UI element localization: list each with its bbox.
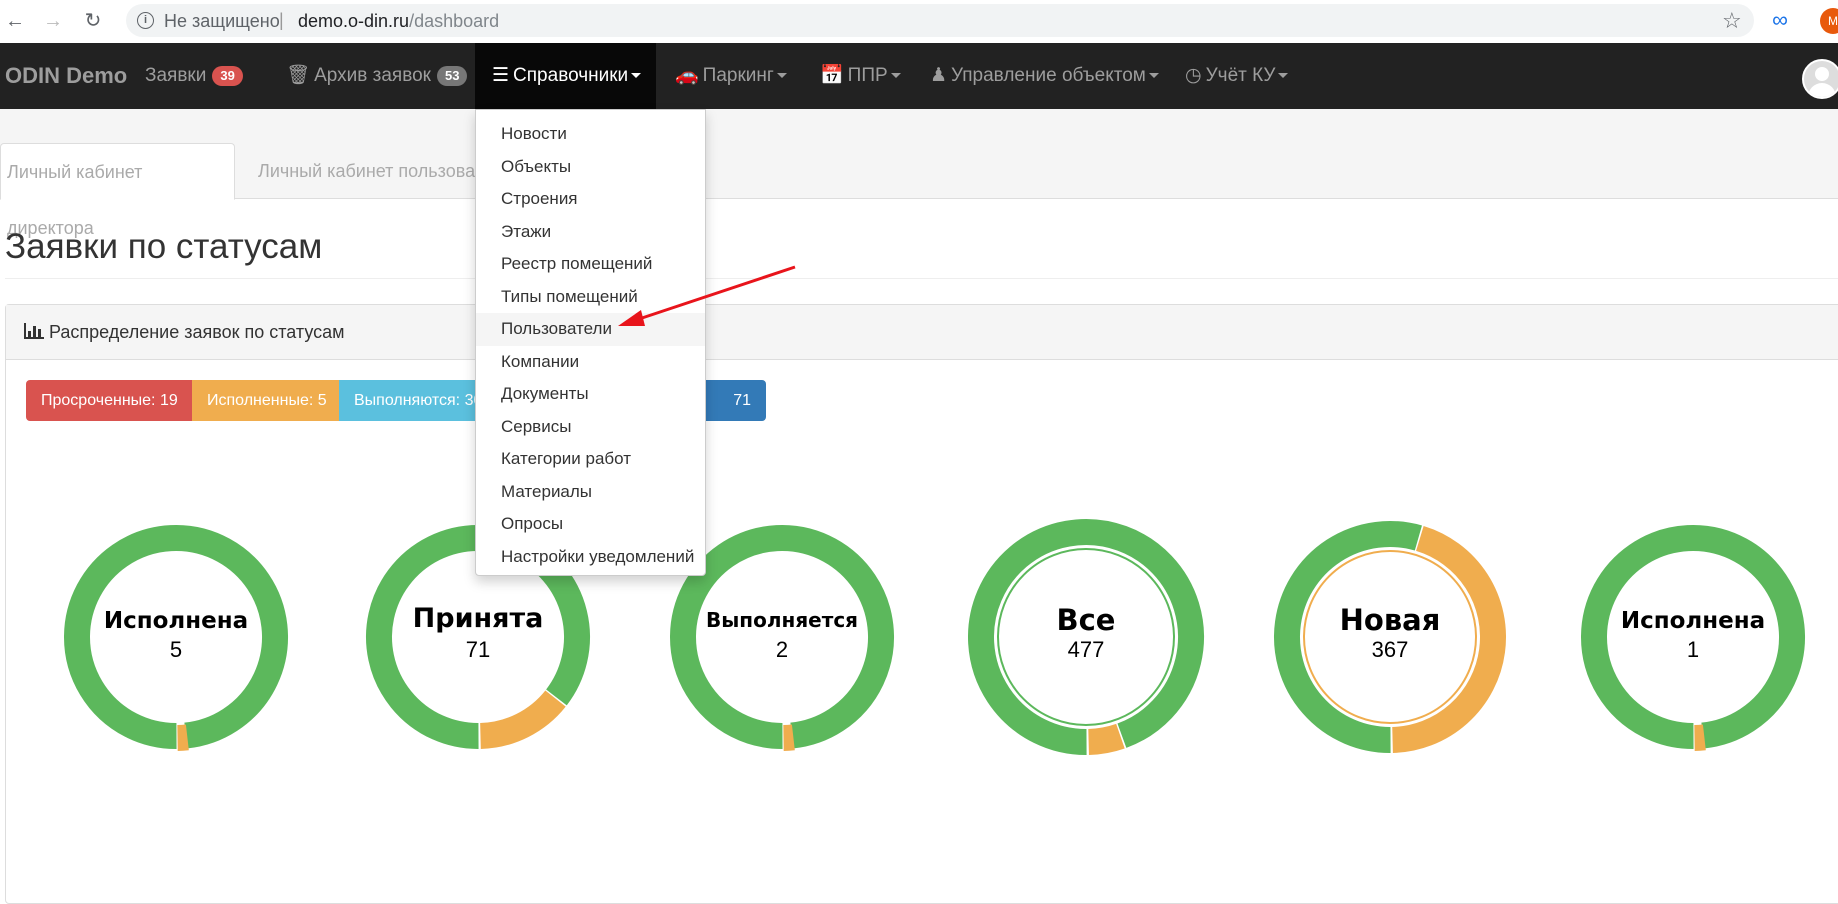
nav-ppr[interactable]: 📅 ППР <box>820 43 901 109</box>
nav-directories[interactable]: ☰ Справочники <box>475 43 656 109</box>
back-arrow-icon[interactable]: ← <box>2 8 28 34</box>
menu-item-floors[interactable]: Этажи <box>476 216 705 249</box>
menu-item-premises-types[interactable]: Типы помещений <box>476 281 705 314</box>
nav-object-management[interactable]: ♟ Управление объектом <box>930 43 1159 109</box>
extension-icon[interactable]: ∞ <box>1766 6 1794 34</box>
brand-logo[interactable]: ODIN Demo <box>5 63 127 89</box>
nav-archive[interactable]: 🗑 Архив заявок 53 <box>286 43 468 109</box>
reload-icon[interactable]: ↻ <box>80 8 106 34</box>
menu-item-companies[interactable]: Компании <box>476 346 705 379</box>
donut-orange-arc <box>177 724 189 751</box>
segment-completed[interactable]: Исполненные: 5 <box>192 380 339 421</box>
list-icon: ☰ <box>492 65 510 86</box>
divider <box>5 278 1838 279</box>
address-bar[interactable]: i Не защищено | demo.o-din.ru/dashboard … <box>126 4 1754 37</box>
bar-chart-icon <box>24 323 44 339</box>
menu-item-news[interactable]: Новости <box>476 118 705 151</box>
nav-directories-label: Справочники <box>513 65 629 86</box>
menu-item-surveys[interactable]: Опросы <box>476 508 705 541</box>
page-title: Заявки по статусам <box>5 227 323 266</box>
url-host: demo.o-din.ru <box>298 11 410 31</box>
nav-parking-label: Паркинг <box>702 65 774 86</box>
tab-user-cabinet[interactable]: Личный кабинет пользовате <box>252 143 499 199</box>
user-avatar[interactable] <box>1802 59 1838 99</box>
nav-parking[interactable]: 🚗 Паркинг <box>675 43 787 109</box>
donut-value: 477 <box>1067 637 1105 662</box>
url-text[interactable]: demo.o-din.ru/dashboard <box>298 11 499 32</box>
chevron-down-icon <box>631 73 642 79</box>
donut-label: Исполнена <box>1620 608 1766 634</box>
nav-requests-label: Заявки <box>145 65 207 86</box>
donut-label: Принята <box>412 603 544 634</box>
url-path: /dashboard <box>409 11 500 31</box>
panel-heading: Распределение заявок по статусам <box>6 305 1838 360</box>
nav-object-management-label: Управление объектом <box>951 65 1146 86</box>
trash-icon: 🗑 <box>286 65 311 86</box>
nav-requests[interactable]: Заявки 39 <box>145 43 243 109</box>
donut-label: Все <box>1056 603 1116 637</box>
menu-item-materials[interactable]: Материалы <box>476 476 705 509</box>
donut-label: Исполнена <box>103 608 249 634</box>
nav-utilities-label: Учёт КУ <box>1205 65 1276 86</box>
archive-count-badge: 53 <box>436 65 468 86</box>
chess-piece-icon: ♟ <box>930 65 948 86</box>
app-navbar: ODIN Demo Заявки 39 🗑 Архив заявок 53 ☰ Спра… <box>0 43 1838 109</box>
car-icon: 🚗 <box>675 65 699 86</box>
profile-icon[interactable]: М <box>1820 8 1838 34</box>
menu-item-documents[interactable]: Документы <box>476 378 705 411</box>
chevron-down-icon <box>776 73 787 79</box>
security-label: Не защищено <box>164 11 280 31</box>
donut-value: 2 <box>775 637 789 662</box>
donut-value: 1 <box>1686 637 1700 662</box>
cabinet-tabs: Личный кабинет директора Личный кабинет … <box>0 143 1838 238</box>
nav-utilities[interactable]: ◷ Учёт КУ <box>1185 43 1289 109</box>
menu-item-premises-registry[interactable]: Реестр помещений <box>476 248 705 281</box>
donut-value: 5 <box>169 637 183 662</box>
directories-dropdown-menu: Новости Объекты Строения Этажи Реестр по… <box>475 109 706 576</box>
bookmark-star-icon[interactable]: ☆ <box>1722 8 1742 34</box>
chevron-down-icon <box>890 73 901 79</box>
donut-value: 367 <box>1371 637 1409 662</box>
url-separator: | <box>279 10 284 30</box>
segment-overdue[interactable]: Просроченные: 19 <box>26 380 192 421</box>
calendar-icon: 📅 <box>820 65 844 86</box>
dashboard-gauge-icon: ◷ <box>1185 65 1202 86</box>
menu-item-services[interactable]: Сервисы <box>476 411 705 444</box>
requests-count-badge: 39 <box>212 65 243 86</box>
donut-chart: Все 477 <box>966 517 1206 757</box>
page-body: Личный кабинет директора Личный кабинет … <box>0 109 1838 904</box>
donut-chart: Новая 367 <box>1270 517 1510 757</box>
nav-ppr-label: ППР <box>847 65 888 86</box>
browser-toolbar: ← → ↻ i Не защищено | demo.o-din.ru/dash… <box>0 0 1838 43</box>
donut-label: Новая <box>1339 603 1441 637</box>
donut-chart: Исполнена 5 <box>56 517 296 757</box>
donut-orange-arc <box>1087 723 1125 755</box>
info-icon[interactable]: i <box>137 12 154 29</box>
menu-item-notification-settings[interactable]: Настройки уведомлений <box>476 541 705 574</box>
donut-value: 71 <box>465 637 491 662</box>
menu-item-objects[interactable]: Объекты <box>476 151 705 184</box>
menu-item-users[interactable]: Пользователи <box>476 313 705 346</box>
nav-archive-label: Архив заявок <box>314 65 431 86</box>
panel-title: Распределение заявок по статусам <box>49 322 345 342</box>
forward-arrow-icon[interactable]: → <box>40 8 66 34</box>
donut-label: Выполняется <box>705 608 859 632</box>
donut-orange-arc <box>783 724 795 751</box>
tab-director-cabinet[interactable]: Личный кабинет директора <box>0 143 235 238</box>
menu-item-work-categories[interactable]: Категории работ <box>476 443 705 476</box>
donut-chart: Исполнена 1 <box>1573 517 1813 757</box>
menu-item-buildings[interactable]: Строения <box>476 183 705 216</box>
chevron-down-icon <box>1278 73 1289 79</box>
chevron-down-icon <box>1148 73 1159 79</box>
donut-orange-arc <box>1694 724 1706 751</box>
